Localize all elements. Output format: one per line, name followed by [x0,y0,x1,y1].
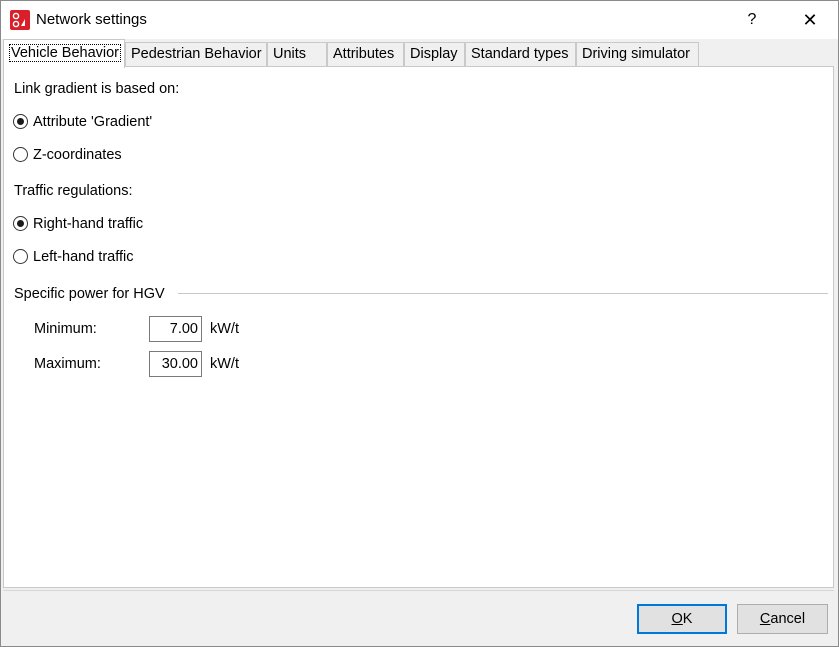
hgv-group-divider [178,293,828,294]
tab-units[interactable]: Units [267,42,327,66]
tab-display[interactable]: Display [404,42,465,66]
tab-vehicle-behavior[interactable]: Vehicle Behavior [3,39,125,68]
help-button[interactable]: ? [734,4,770,36]
radio-left-hand-traffic[interactable] [13,249,28,264]
title-bar[interactable]: Network settings ? ✕ [1,1,838,39]
hgv-group-label: Specific power for HGV [14,286,165,302]
minimum-label: Minimum: [34,321,97,337]
close-icon: ✕ [802,10,818,30]
tab-attributes[interactable]: Attributes [327,42,404,66]
minimum-input[interactable]: 7.00 [149,316,202,342]
radio-right-hand-traffic-label[interactable]: Right-hand traffic [33,216,143,232]
tab-pedestrian-behavior[interactable]: Pedestrian Behavior [125,42,267,66]
minimum-unit: kW/t [210,321,239,337]
window-title: Network settings [36,11,147,28]
radio-z-coordinates-label[interactable]: Z-coordinates [33,147,122,163]
maximum-input[interactable]: 30.00 [149,351,202,377]
app-logo-icon [10,10,30,30]
traffic-heading: Traffic regulations: [14,183,133,199]
gradient-heading: Link gradient is based on: [14,81,180,97]
close-button[interactable]: ✕ [790,4,830,36]
radio-attribute-gradient[interactable] [13,114,28,129]
tab-strip: Vehicle Behavior Pedestrian Behavior Uni… [1,39,838,68]
ok-button[interactable]: OK [637,604,727,634]
radio-z-coordinates[interactable] [13,147,28,162]
maximum-label: Maximum: [34,356,101,372]
footer-divider [3,590,834,591]
radio-attribute-gradient-label[interactable]: Attribute 'Gradient' [33,114,152,130]
radio-right-hand-traffic[interactable] [13,216,28,231]
maximum-unit: kW/t [210,356,239,372]
vehicle-behavior-panel: Link gradient is based on: Attribute 'Gr… [3,66,834,588]
network-settings-dialog: Network settings ? ✕ Vehicle Behavior Pe… [0,0,839,647]
radio-left-hand-traffic-label[interactable]: Left-hand traffic [33,249,134,265]
tab-standard-types[interactable]: Standard types [465,42,576,66]
tab-driving-simulator[interactable]: Driving simulator [576,42,699,66]
cancel-button[interactable]: Cancel [737,604,828,634]
